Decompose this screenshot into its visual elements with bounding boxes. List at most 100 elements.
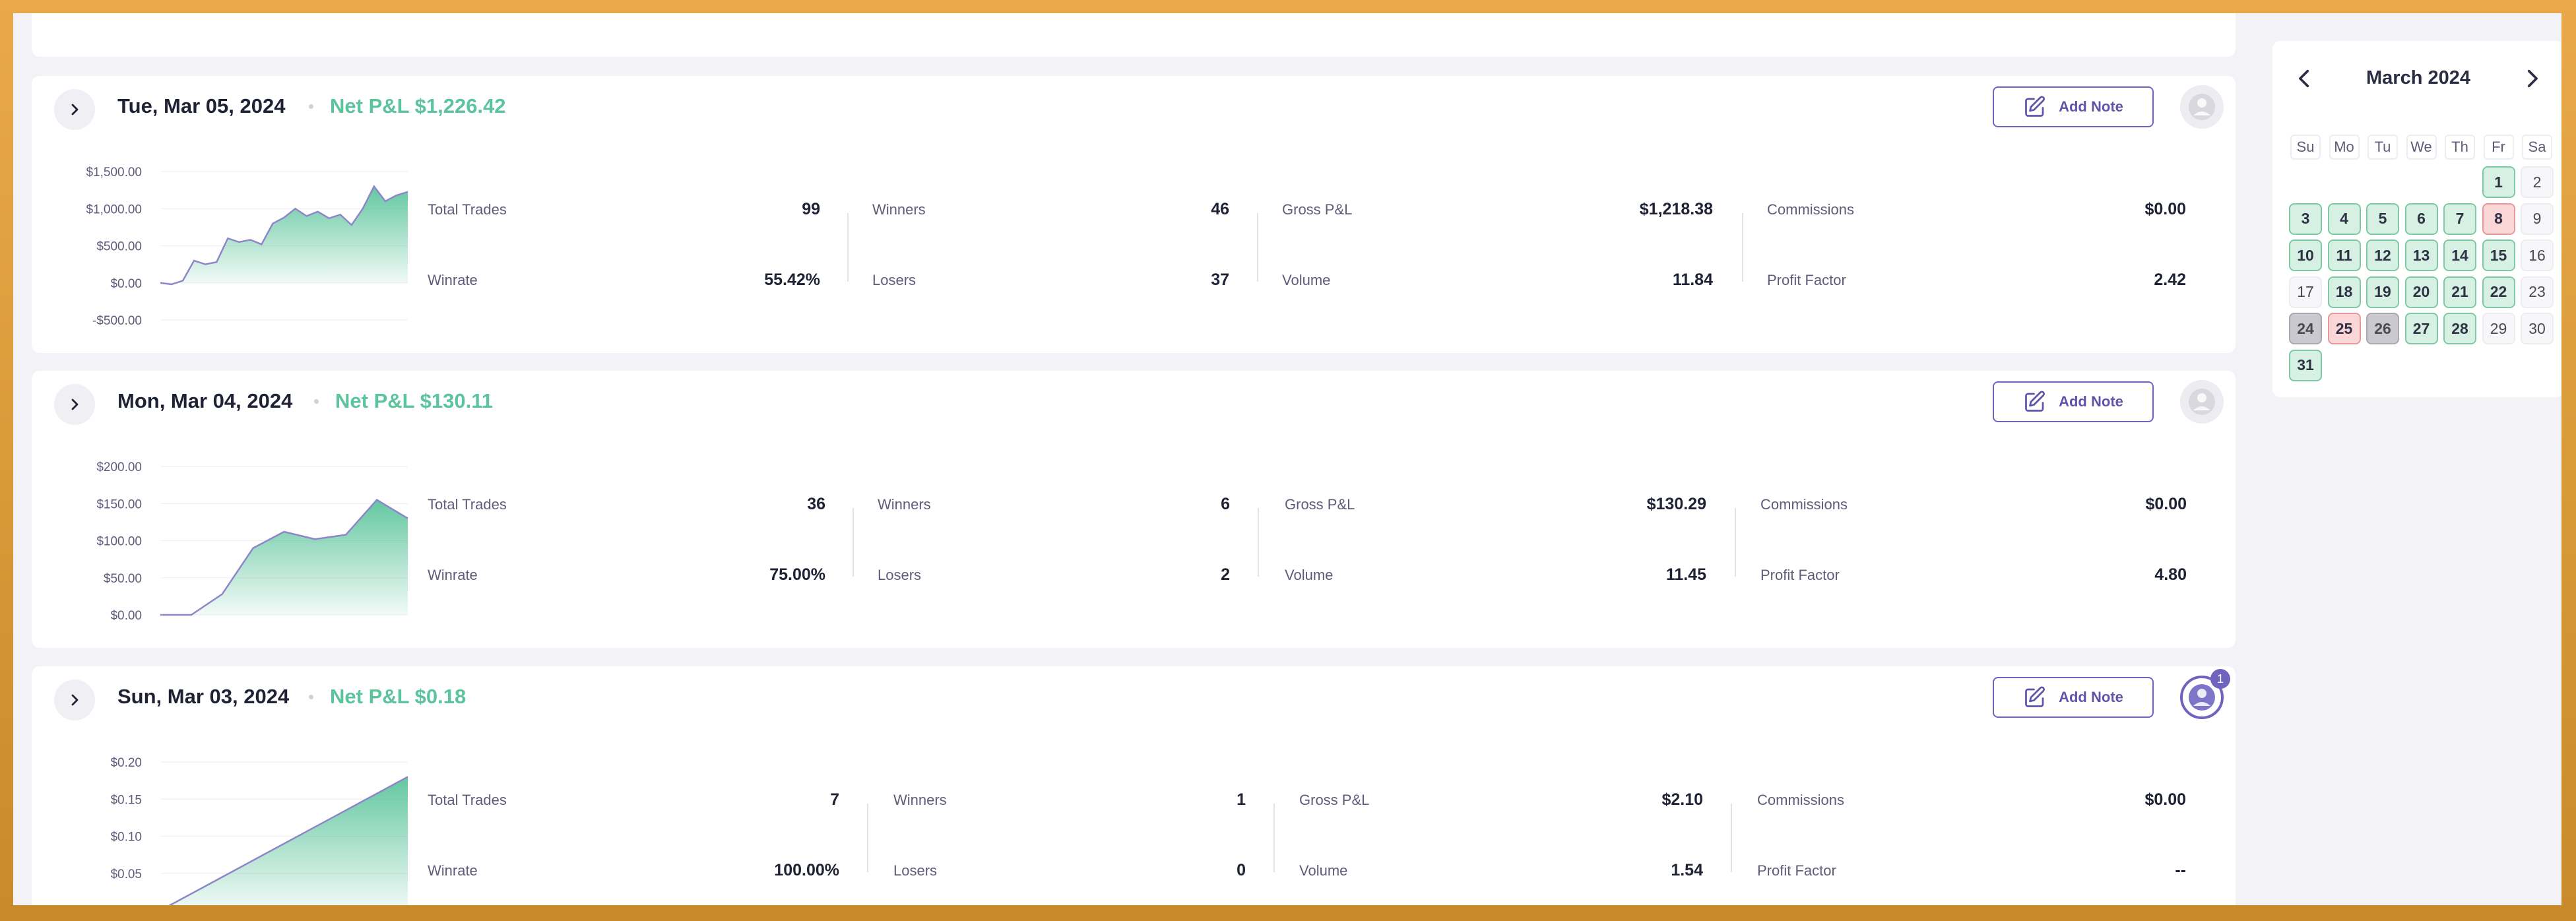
- calendar-day[interactable]: 27: [2404, 313, 2438, 344]
- pl-chart: $0.20$0.15$0.10$0.05$0.00: [110, 756, 408, 905]
- stat-label-total-trades: Total Trades: [428, 496, 507, 513]
- column-divider: [853, 508, 854, 577]
- expand-toggle-button[interactable]: [54, 680, 95, 720]
- user-avatar[interactable]: [2180, 380, 2224, 424]
- weekday-header: We: [2406, 135, 2437, 160]
- y-tick-label: $100.00: [96, 535, 142, 549]
- stat-label-total-trades: Total Trades: [428, 792, 507, 808]
- calendar-day[interactable]: 10: [2289, 239, 2322, 271]
- y-tick-label: $0.15: [110, 793, 142, 807]
- stat-value-volume: 11.45: [1665, 565, 1706, 584]
- stat-value-losers: 2: [1221, 565, 1230, 584]
- calendar-day[interactable]: 8: [2482, 203, 2515, 235]
- calendar-day[interactable]: 3: [2289, 203, 2322, 235]
- weekday-header: Mo: [2329, 135, 2360, 160]
- stat-label-volume: Volume: [1285, 567, 1334, 583]
- calendar-day[interactable]: 17: [2289, 276, 2322, 308]
- day-date: Mon, Mar 04, 2024: [117, 389, 293, 412]
- column-divider: [1731, 804, 1732, 872]
- user-avatar[interactable]: [2180, 85, 2224, 129]
- calendar-day[interactable]: 15: [2482, 239, 2515, 271]
- stat-label-winrate: Winrate: [428, 567, 478, 583]
- stat-label-volume: Volume: [1282, 272, 1331, 288]
- weekday-header: Sa: [2522, 135, 2552, 160]
- stat-value-winrate: 100.00%: [774, 861, 839, 879]
- chevron-right-icon[interactable]: [2521, 67, 2543, 90]
- calendar-day[interactable]: 12: [2366, 239, 2399, 271]
- calendar-day[interactable]: 18: [2327, 276, 2361, 308]
- stat-label-profit-factor: Profit Factor: [1757, 862, 1836, 879]
- add-note-label: Add Note: [2059, 689, 2123, 705]
- calendar-day[interactable]: 25: [2327, 313, 2361, 344]
- separator-dot: [314, 399, 319, 404]
- y-tick-label: $150.00: [96, 497, 142, 511]
- y-tick-label: $500.00: [96, 240, 142, 254]
- column-divider: [867, 804, 868, 872]
- calendar-day[interactable]: 14: [2443, 239, 2476, 271]
- stat-label-gross-pl: Gross P&L: [1299, 792, 1370, 808]
- user-avatar[interactable]: 1: [2180, 669, 2230, 719]
- calendar-day[interactable]: 21: [2443, 276, 2476, 308]
- add-note-label: Add Note: [2059, 393, 2123, 410]
- calendar-day[interactable]: 13: [2404, 239, 2438, 271]
- weekday-header: Th: [2445, 135, 2475, 160]
- pl-chart: $200.00 $150.00 $100.00 $50.00 $0.00: [96, 460, 408, 623]
- stat-value-total-trades: 7: [830, 790, 839, 809]
- stat-value-winners: 46: [1211, 200, 1229, 218]
- calendar-day[interactable]: 11: [2327, 239, 2361, 271]
- edit-note-icon: [2025, 391, 2045, 412]
- calendar-day[interactable]: 23: [2521, 276, 2554, 308]
- y-tick-label: $0.10: [110, 831, 142, 844]
- stat-value-gross-pl: $2.10: [1661, 790, 1703, 809]
- stat-value-losers: 0: [1237, 861, 1246, 879]
- calendar-day[interactable]: 5: [2366, 203, 2399, 235]
- calendar-day[interactable]: 30: [2521, 313, 2554, 344]
- previous-card-edge: [32, 13, 2236, 57]
- separator-dot: [309, 695, 313, 699]
- y-tick-label: $1,500.00: [86, 166, 142, 179]
- calendar-day[interactable]: 2: [2521, 166, 2554, 198]
- stat-value-winrate: 55.42%: [764, 270, 820, 289]
- avatar-icon: [2189, 94, 2215, 120]
- net-pl-value: Net P&L $130.11: [335, 389, 493, 412]
- column-divider: [1273, 804, 1275, 872]
- stat-value-commissions: $0.00: [2145, 495, 2187, 513]
- calendar-day[interactable]: 9: [2521, 203, 2554, 235]
- y-tick-label: $0.20: [110, 756, 142, 770]
- calendar-day[interactable]: 24: [2289, 313, 2322, 344]
- calendar-day[interactable]: 29: [2482, 313, 2515, 344]
- expand-toggle-button[interactable]: [54, 384, 95, 425]
- calendar-day[interactable]: 7: [2443, 203, 2476, 235]
- calendar-day[interactable]: 1: [2482, 166, 2515, 198]
- calendar-day[interactable]: 16: [2521, 239, 2554, 271]
- add-note-button[interactable]: Add Note: [1993, 86, 2154, 127]
- chevron-right-icon: [71, 694, 79, 706]
- calendar-day[interactable]: 31: [2289, 349, 2322, 381]
- calendar-day[interactable]: 6: [2404, 203, 2438, 235]
- stat-label-winrate: Winrate: [428, 272, 478, 288]
- calendar-day[interactable]: 28: [2443, 313, 2476, 344]
- avatar-icon: [2189, 389, 2215, 415]
- calendar-day[interactable]: 4: [2327, 203, 2361, 235]
- calendar-day[interactable]: 26: [2366, 313, 2399, 344]
- y-tick-label: $0.05: [110, 868, 142, 881]
- calendar-day[interactable]: 19: [2366, 276, 2399, 308]
- column-divider: [1735, 508, 1736, 577]
- stat-label-winners: Winners: [893, 792, 947, 808]
- calendar-day[interactable]: 20: [2404, 276, 2438, 308]
- add-note-button[interactable]: Add Note: [1993, 381, 2154, 422]
- stat-value-profit-factor: 4.80: [2154, 565, 2187, 584]
- stat-label-winners: Winners: [878, 496, 931, 513]
- calendar-day[interactable]: 22: [2482, 276, 2515, 308]
- calendar-month-title: March 2024: [2366, 67, 2470, 88]
- stat-value-gross-pl: $1,218.38: [1639, 200, 1713, 218]
- expand-toggle-button[interactable]: [54, 89, 95, 130]
- stat-value-losers: 37: [1211, 270, 1229, 289]
- y-tick-label: $200.00: [96, 460, 142, 474]
- pl-area-fill: [160, 499, 408, 615]
- edit-note-icon: [2025, 96, 2045, 117]
- add-note-button[interactable]: Add Note: [1993, 677, 2154, 718]
- day-card: Tue, Mar 05, 2024 Net P&L $1,226.42 Add …: [32, 76, 2236, 353]
- notification-badge: 1: [2210, 669, 2230, 689]
- stat-label-gross-pl: Gross P&L: [1285, 496, 1355, 513]
